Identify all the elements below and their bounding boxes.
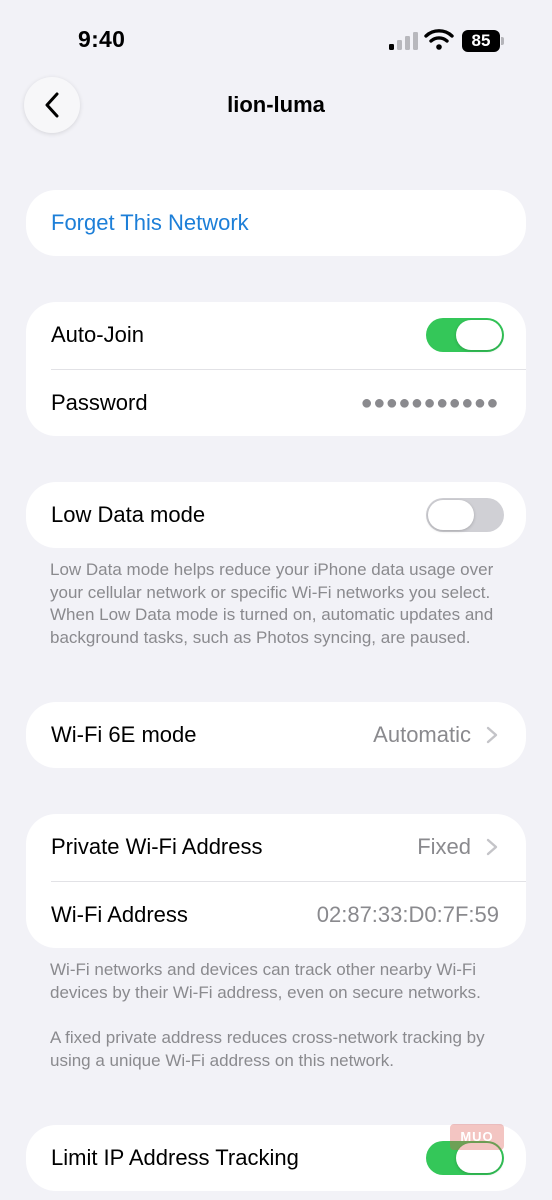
password-mask: ●●●●●●●●●●● bbox=[360, 392, 499, 414]
wifi-address-value: 02:87:33:D0:7F:59 bbox=[316, 902, 499, 927]
watermark-logo: MUO bbox=[450, 1124, 504, 1150]
private-address-footnote-1: Wi-Fi networks and devices can track oth… bbox=[50, 960, 481, 1002]
wifi-address-row: Wi-Fi Address 02:87:33:D0:7F:59 bbox=[26, 882, 526, 948]
low-data-label: Low Data mode bbox=[51, 502, 206, 527]
private-address-value: Fixed bbox=[417, 834, 471, 859]
low-data-footnote: Low Data mode helps reduce your iPhone d… bbox=[50, 560, 494, 647]
status-time: 9:40 bbox=[78, 26, 126, 52]
forget-network-card: Forget This Network bbox=[26, 190, 526, 256]
toggle-knob bbox=[428, 500, 474, 530]
page-title: lion-luma bbox=[227, 92, 325, 117]
private-address-label: Private Wi-Fi Address bbox=[51, 834, 263, 859]
private-address-card: Private Wi-Fi Address Fixed Wi-Fi Addres… bbox=[26, 814, 526, 948]
ip-tracking-label: Limit IP Address Tracking bbox=[51, 1145, 299, 1170]
join-card: Auto-Join Password ●●●●●●●●●●● bbox=[26, 302, 526, 436]
password-label: Password bbox=[51, 390, 148, 415]
chevron-right-icon bbox=[486, 838, 498, 856]
auto-join-row: Auto-Join bbox=[26, 302, 526, 368]
wifi6e-row[interactable]: Wi-Fi 6E mode Automatic bbox=[26, 702, 526, 768]
low-data-toggle[interactable] bbox=[426, 498, 504, 532]
wifi-address-label: Wi-Fi Address bbox=[51, 902, 188, 927]
toggle-knob bbox=[456, 320, 502, 350]
password-row[interactable]: Password ●●●●●●●●●●● bbox=[26, 370, 526, 436]
signal-icon bbox=[389, 32, 418, 50]
chevron-right-icon bbox=[486, 726, 498, 744]
wifi-icon bbox=[424, 29, 454, 50]
auto-join-toggle[interactable] bbox=[426, 318, 504, 352]
wifi-network-settings-screen: 9:40 85 lion-luma Forget This Network Au… bbox=[0, 0, 552, 1200]
forget-network-button[interactable]: Forget This Network bbox=[26, 190, 526, 256]
battery-tip bbox=[501, 37, 504, 45]
wifi6e-card: Wi-Fi 6E mode Automatic bbox=[26, 702, 526, 768]
wifi6e-label: Wi-Fi 6E mode bbox=[51, 722, 197, 747]
private-address-footnote-2: A fixed private address reduces cross-ne… bbox=[50, 1028, 485, 1070]
battery-level: 85 bbox=[462, 30, 500, 52]
status-bar: 9:40 85 bbox=[0, 0, 552, 80]
low-data-row: Low Data mode bbox=[26, 482, 526, 548]
forget-network-label: Forget This Network bbox=[51, 210, 249, 235]
private-address-row[interactable]: Private Wi-Fi Address Fixed bbox=[26, 814, 526, 880]
auto-join-label: Auto-Join bbox=[51, 322, 144, 347]
low-data-card: Low Data mode bbox=[26, 482, 526, 548]
battery-icon: 85 bbox=[462, 30, 506, 52]
wifi6e-value: Automatic bbox=[373, 722, 471, 747]
